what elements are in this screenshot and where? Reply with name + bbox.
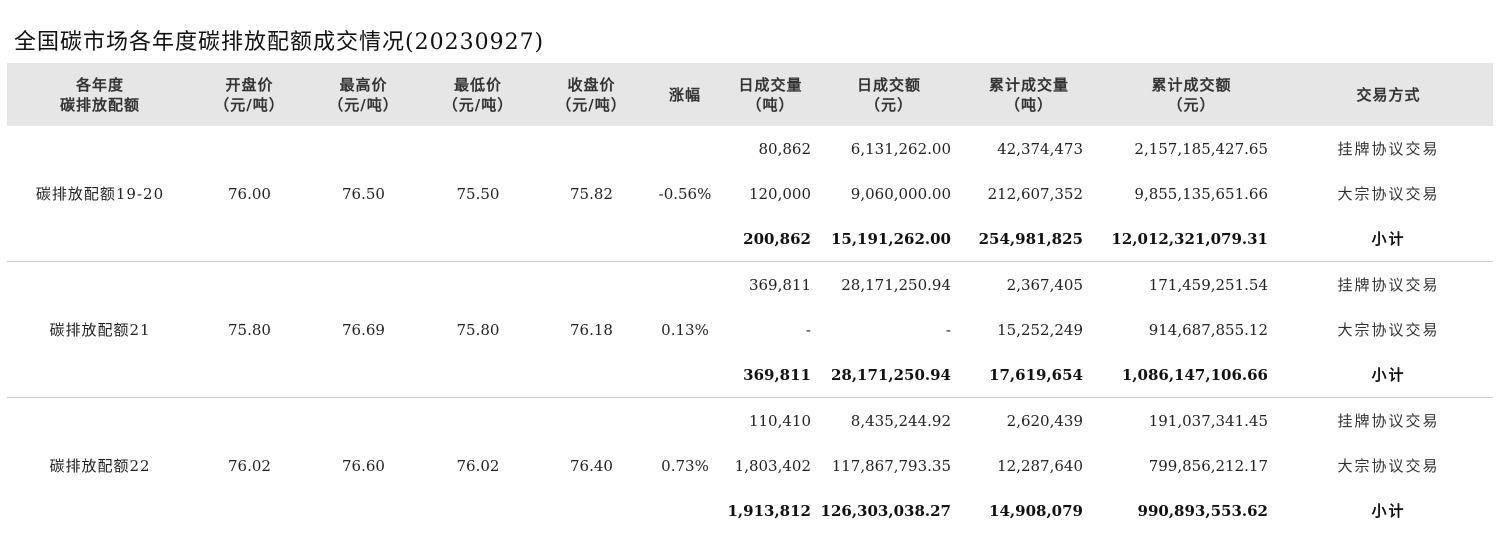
table-row: 碳排放配额21 75.80 76.69 75.80 76.18 0.13% 36… [7,261,1493,398]
trade-mode: 大宗协议交易 [1337,321,1440,339]
daily-amount: 8,435,244.92 [819,397,959,443]
allowance-name: 碳排放配额19-20 [35,185,165,203]
subtotal-daily-volume: 369,811 [743,365,811,384]
subtotal-cumulative-amount: 1,086,147,106.66 [1121,365,1268,384]
table-row: 碳排放配额22 76.02 76.60 76.02 76.40 0.73% 11… [7,397,1493,533]
cumulative-volume: 2,620,439 [959,397,1099,443]
subtotal-daily-volume: 200,862 [743,229,811,248]
subtotal-daily-amount: 126,303,038.27 [820,501,951,520]
header-row: 各年度 碳排放配额 开盘价 （元/吨） 最高价 （元/吨） 最低价 （元/吨） 收盘价（… [7,63,1493,126]
cumulative-amount: 799,856,212.17 [1148,456,1268,475]
header-cumulative-amount: 累计成交额 （元） [1151,75,1232,114]
daily-volume: 80,862 [758,139,812,158]
price-change: 0.73% [648,397,722,533]
header-change: 涨幅 [668,85,701,104]
cumulative-volume: 212,607,352 [987,184,1083,203]
cumulative-amount: 9,855,135,651.66 [1134,184,1268,203]
subtotal-daily-amount: 15,191,262.00 [830,229,951,248]
cumulative-amount: 914,687,855.12 [1148,320,1268,339]
trade-mode: 挂牌协议交易 [1284,261,1493,307]
header-open-price: 开盘价 （元/吨） [214,75,285,114]
high-price: 76.69 [306,261,421,398]
header-trade-mode: 交易方式 [1356,85,1421,104]
subtotal-cumulative-volume: 17,619,654 [989,365,1083,384]
low-price: 76.02 [421,397,535,533]
cumulative-volume: 15,252,249 [997,320,1083,339]
high-price: 76.50 [342,184,385,203]
subtotal-label: 小计 [1371,230,1406,248]
high-price: 76.60 [306,397,421,533]
open-price: 75.80 [193,261,306,398]
daily-volume: - [805,320,811,339]
cumulative-amount: 2,157,185,427.65 [1134,139,1268,158]
subtotal-cumulative-amount: 12,012,321,079.31 [1111,229,1268,248]
cumulative-amount: 191,037,341.45 [1099,397,1284,443]
subtotal-cumulative-volume: 254,981,825 [978,229,1083,248]
low-price: 75.80 [421,261,535,398]
close-price: 76.40 [535,397,648,533]
daily-volume: 120,000 [748,184,811,203]
cumulative-amount: 171,459,251.54 [1099,261,1284,307]
allowance-name: 碳排放配额22 [7,397,193,533]
cumulative-volume: 12,287,640 [997,456,1083,475]
daily-volume: 1,803,402 [734,456,811,475]
low-price: 75.50 [456,184,500,203]
header-low-price: 最低价 （元/吨） [442,75,514,114]
allowance-name: 碳排放配额21 [7,261,193,398]
close-price: 75.82 [570,184,613,203]
cumulative-volume: 2,367,405 [959,261,1099,307]
subtotal-label: 小计 [1371,502,1406,520]
header-daily-amount: 日成交额 （元） [856,75,921,114]
price-change: 0.13% [648,261,722,398]
daily-amount: 28,171,250.94 [819,261,959,307]
daily-amount: 9,060,000.00 [850,184,951,203]
daily-volume: 369,811 [722,261,819,307]
header-cumulative-volume: 累计成交量 （吨） [988,75,1069,114]
price-change: -0.56% [658,184,712,203]
header-high-price: 最高价 （元/吨） [328,75,399,114]
cumulative-volume: 42,374,473 [997,139,1083,158]
subtotal-label: 小计 [1371,366,1406,384]
open-price: 76.02 [193,397,306,533]
subtotal-daily-volume: 1,913,812 [727,501,811,520]
subtotal-cumulative-volume: 14,908,079 [989,501,1083,520]
table-row: 碳排放配额19-20 76.00 76.50 75.50 75.82 -0.56… [7,126,1493,204]
trade-mode: 挂牌协议交易 [1337,140,1440,158]
close-price: 76.18 [535,261,648,398]
subtotal-daily-amount: 28,171,250.94 [830,365,951,384]
header-allowance-year: 各年度 碳排放配额 [59,75,140,114]
daily-amount: - [945,320,951,339]
trade-mode: 大宗协议交易 [1337,457,1440,475]
daily-volume: 110,410 [722,397,819,443]
daily-amount: 117,867,793.35 [831,456,951,475]
carbon-trading-table: 各年度 碳排放配额 开盘价 （元/吨） 最高价 （元/吨） 最低价 （元/吨） 收盘价（… [7,63,1493,533]
subtotal-cumulative-amount: 990,893,553.62 [1137,501,1268,520]
header-close-price: 收盘价 （元/吨） [556,75,627,114]
daily-amount: 6,131,262.00 [850,139,951,158]
page-title: 全国碳市场各年度碳排放配额成交情况(20230927) [14,30,545,55]
header-daily-volume: 日成交量 （吨） [738,75,803,114]
trade-mode: 挂牌协议交易 [1284,397,1493,443]
trade-mode: 大宗协议交易 [1337,185,1440,203]
open-price: 76.00 [228,184,271,203]
